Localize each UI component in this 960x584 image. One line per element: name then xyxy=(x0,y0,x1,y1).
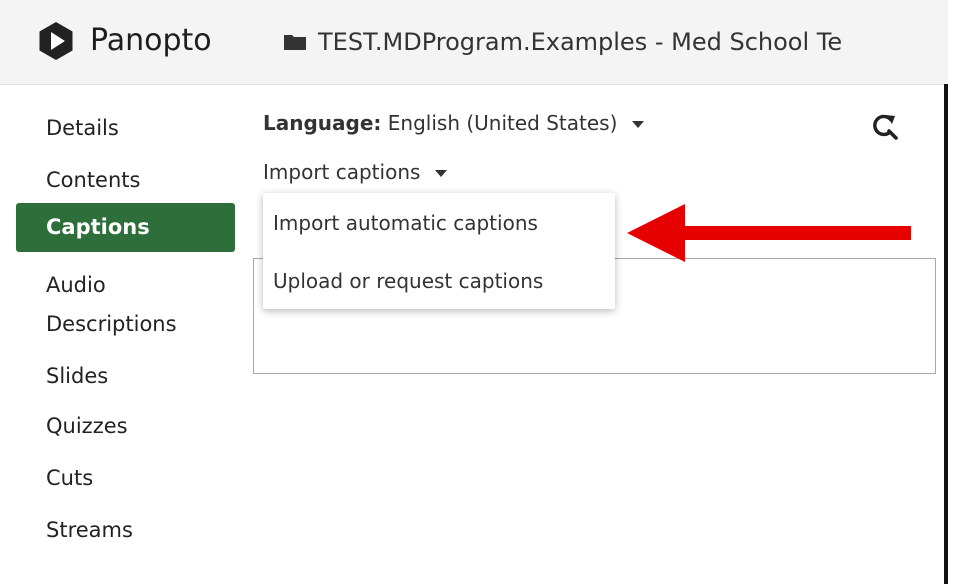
app-name[interactable]: Panopto xyxy=(90,20,212,62)
language-value: English (United States) xyxy=(387,111,618,135)
import-captions-label: Import captions xyxy=(263,160,421,184)
window-edge-divider xyxy=(944,84,948,584)
sidebar-item-slides[interactable]: Slides xyxy=(16,360,235,392)
caret-down-icon xyxy=(434,170,447,177)
folder-icon xyxy=(284,35,306,50)
page: Panopto TEST.MDProgram.Examples - Med Sc… xyxy=(0,0,960,584)
folder-path[interactable]: TEST.MDProgram.Examples - Med School Te xyxy=(318,25,842,59)
menu-item-upload-or-request-captions[interactable]: Upload or request captions xyxy=(273,266,543,296)
import-captions-menu: Import automatic captions Upload or requ… xyxy=(263,193,615,309)
sidebar-item-streams[interactable]: Streams xyxy=(16,514,235,546)
panopto-logo-icon[interactable] xyxy=(36,21,76,61)
sidebar-item-quizzes[interactable]: Quizzes xyxy=(16,410,235,442)
header-bar: Panopto TEST.MDProgram.Examples - Med Sc… xyxy=(0,0,948,85)
language-selector[interactable]: Language: English (United States) xyxy=(263,108,644,138)
sidebar-item-audio[interactable]: Audio xyxy=(16,269,235,301)
language-label: Language: xyxy=(263,111,382,135)
sidebar-item-details[interactable]: Details xyxy=(16,112,235,144)
annotation-arrow-icon xyxy=(627,204,911,262)
refresh-search-icon[interactable] xyxy=(870,112,898,142)
sidebar-item-contents[interactable]: Contents xyxy=(16,164,235,196)
sidebar-item-captions[interactable]: Captions xyxy=(16,203,235,252)
caret-down-icon xyxy=(631,121,644,128)
sidebar-item-descriptions[interactable]: Descriptions xyxy=(16,308,235,340)
sidebar-item-cuts[interactable]: Cuts xyxy=(16,462,235,494)
menu-item-import-automatic-captions[interactable]: Import automatic captions xyxy=(273,208,538,238)
import-captions-dropdown[interactable]: Import captions xyxy=(263,157,447,187)
